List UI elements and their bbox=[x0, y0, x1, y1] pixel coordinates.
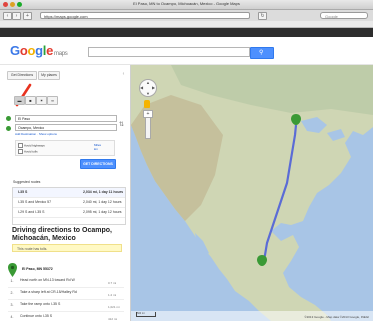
bookmarks-bar: AppleiCloudFacebookTwitterWikipediaYahoo… bbox=[0, 21, 373, 28]
step-number: 3. bbox=[10, 303, 14, 307]
direction-step[interactable]: 1. Head north on MN-13 toward Rd W 0.7 m… bbox=[8, 276, 124, 288]
transit-mode-button[interactable]: ■ bbox=[25, 96, 36, 105]
pan-up-icon[interactable]: ▲ bbox=[146, 80, 150, 85]
checkbox-icon[interactable] bbox=[18, 149, 23, 154]
walk-icon: ✶ bbox=[39, 98, 44, 103]
suggested-routes-list: I-35 S 2,034 mi, 1 day 11 hours I-35 S a… bbox=[12, 187, 126, 225]
pan-down-icon[interactable]: ▼ bbox=[146, 91, 150, 96]
step-distance: 1,021 mi bbox=[108, 305, 120, 309]
step-text: Head north on MN-13 toward Rd W bbox=[20, 278, 75, 282]
route-name: I-35 S and Mexico 57 bbox=[18, 200, 52, 204]
walk-mode-button[interactable]: ✶ bbox=[36, 96, 47, 105]
pan-right-icon[interactable]: ▶ bbox=[152, 85, 155, 90]
start-marker-icon bbox=[8, 263, 17, 277]
waypoint-b-input[interactable]: Ocampo, Mexico bbox=[15, 124, 117, 131]
step-number: 4. bbox=[10, 315, 14, 319]
browser-window: El Paso, MN to Ocampo, Michoacán, Mexico… bbox=[0, 0, 373, 321]
km-link[interactable]: km bbox=[94, 147, 101, 151]
avoid-tolls-option[interactable]: Avoid tolls bbox=[18, 149, 38, 154]
step-text: Take a sharp left at CR-15/Halley Rd bbox=[20, 290, 77, 294]
browser-search-field[interactable]: Google bbox=[320, 12, 368, 19]
car-mode-button[interactable]: ▬ bbox=[14, 96, 25, 105]
car-icon: ▬ bbox=[17, 98, 22, 103]
step-distance: 412 mi bbox=[108, 317, 118, 321]
google-maps-logo[interactable]: Googlemaps bbox=[10, 43, 68, 58]
collapse-panel-icon[interactable]: ‹ bbox=[121, 72, 126, 77]
search-icon: ⚲ bbox=[259, 50, 264, 56]
direction-step[interactable]: 2. Take a sharp left at CR-15/Halley Rd … bbox=[8, 288, 124, 300]
waypoint-a-marker-icon bbox=[6, 116, 11, 121]
reload-button[interactable]: ↻ bbox=[258, 12, 267, 20]
route-name: I-35 S bbox=[18, 190, 28, 194]
logo-maps-text: maps bbox=[54, 51, 68, 57]
avoid-highways-option[interactable]: Avoid highways bbox=[18, 143, 45, 148]
waypoint-links: Add Destination · Show options bbox=[15, 132, 57, 136]
step-text: Continue onto I-35 S bbox=[20, 314, 53, 318]
address-bar[interactable]: https://maps.google.com bbox=[40, 12, 250, 19]
suggested-routes-title: Suggested routes bbox=[13, 180, 41, 184]
transit-icon: ■ bbox=[29, 98, 32, 103]
route-row[interactable]: I-35 S 2,034 mi, 1 day 11 hours bbox=[13, 188, 125, 198]
route-distance: 2,034 mi, 1 day 11 hours bbox=[83, 190, 124, 194]
avoid-highways-label: Avoid highways bbox=[24, 143, 45, 148]
back-button[interactable]: ‹ bbox=[3, 12, 12, 20]
route-distance: 2,040 mi, 1 day 12 hours bbox=[83, 200, 122, 204]
directions-panel: Get Directions My places ‹ ▬ ■ ✶ ∞ El Pa… bbox=[0, 65, 131, 321]
direction-step[interactable]: 3. Take the ramp onto I-35 S 1,021 mi bbox=[8, 300, 124, 312]
route-options-box: Avoid highways Avoid tolls Miles km bbox=[15, 140, 115, 156]
browser-toolbar: ‹ › + https://maps.google.com ↻ Google bbox=[0, 10, 373, 21]
maps-search-input[interactable] bbox=[88, 47, 250, 57]
map-scale: 500 mi bbox=[136, 312, 156, 317]
add-destination-link[interactable]: Add Destination bbox=[15, 132, 36, 136]
directions-heading: Driving directions to Ocampo, Michoacán,… bbox=[12, 227, 112, 242]
map-graphic bbox=[131, 65, 373, 321]
share-button[interactable]: + bbox=[23, 12, 32, 20]
direction-step[interactable]: 4. Continue onto I-35 S 412 mi bbox=[8, 312, 124, 321]
tab-get-directions[interactable]: Get Directions bbox=[7, 71, 37, 80]
google-bar: WebImagesVideosMapsNewsShoppingGmailmore bbox=[0, 28, 373, 42]
waypoint-a-input[interactable]: El Paso bbox=[15, 115, 117, 122]
window-title: El Paso, MN to Ocampo, Michoacán, Mexico… bbox=[133, 1, 240, 6]
step-number: 2. bbox=[10, 291, 14, 295]
route-row[interactable]: I-29 S and I-35 S 2,095 mi, 1 day 12 hou… bbox=[13, 208, 125, 218]
title-bar: El Paso, MN to Ocampo, Michoacán, Mexico… bbox=[0, 0, 373, 10]
step-distance: 0.7 mi bbox=[108, 281, 117, 285]
units-links: Miles km bbox=[94, 143, 101, 151]
tab-my-places[interactable]: My places bbox=[38, 71, 60, 80]
bike-mode-button[interactable]: ∞ bbox=[47, 96, 58, 105]
street-view-pegman-icon[interactable] bbox=[144, 100, 150, 108]
get-directions-button[interactable]: GET DIRECTIONS bbox=[80, 159, 116, 169]
swap-waypoints-icon[interactable]: ⇅ bbox=[119, 121, 124, 129]
step-text: Take the ramp onto I-35 S bbox=[20, 302, 61, 306]
start-address: El Paso, MN 55372 bbox=[22, 267, 53, 271]
route-name: I-29 S and I-35 S bbox=[18, 210, 45, 214]
map-canvas[interactable]: ▲ ▼ ◀ ▶ + 500 mi ©2013 Google - Map data… bbox=[131, 65, 373, 321]
zoom-in-button[interactable]: + bbox=[143, 110, 153, 118]
toll-notice: This route has tolls. bbox=[12, 244, 122, 252]
step-distance: 1.2 mi bbox=[108, 293, 117, 297]
map-attribution: ©2013 Google - Map data ©2013 Google, IN… bbox=[304, 315, 369, 319]
pan-control[interactable]: ▲ ▼ ◀ ▶ bbox=[139, 79, 157, 97]
checkbox-icon[interactable] bbox=[18, 143, 23, 148]
avoid-tolls-label: Avoid tolls bbox=[24, 149, 38, 154]
maps-search-button[interactable]: ⚲ bbox=[250, 47, 274, 59]
waypoint-b-marker-icon bbox=[6, 126, 11, 131]
maps-header: Googlemaps ⚲ bbox=[0, 38, 373, 65]
bike-icon: ∞ bbox=[51, 98, 54, 103]
pan-left-icon[interactable]: ◀ bbox=[140, 85, 143, 90]
route-distance: 2,095 mi, 1 day 12 hours bbox=[83, 210, 122, 214]
route-row[interactable]: I-35 S and Mexico 57 2,040 mi, 1 day 12 … bbox=[13, 198, 125, 208]
show-options-link[interactable]: Show options bbox=[39, 132, 57, 136]
forward-button[interactable]: › bbox=[12, 12, 21, 20]
step-number: 1. bbox=[10, 279, 14, 283]
